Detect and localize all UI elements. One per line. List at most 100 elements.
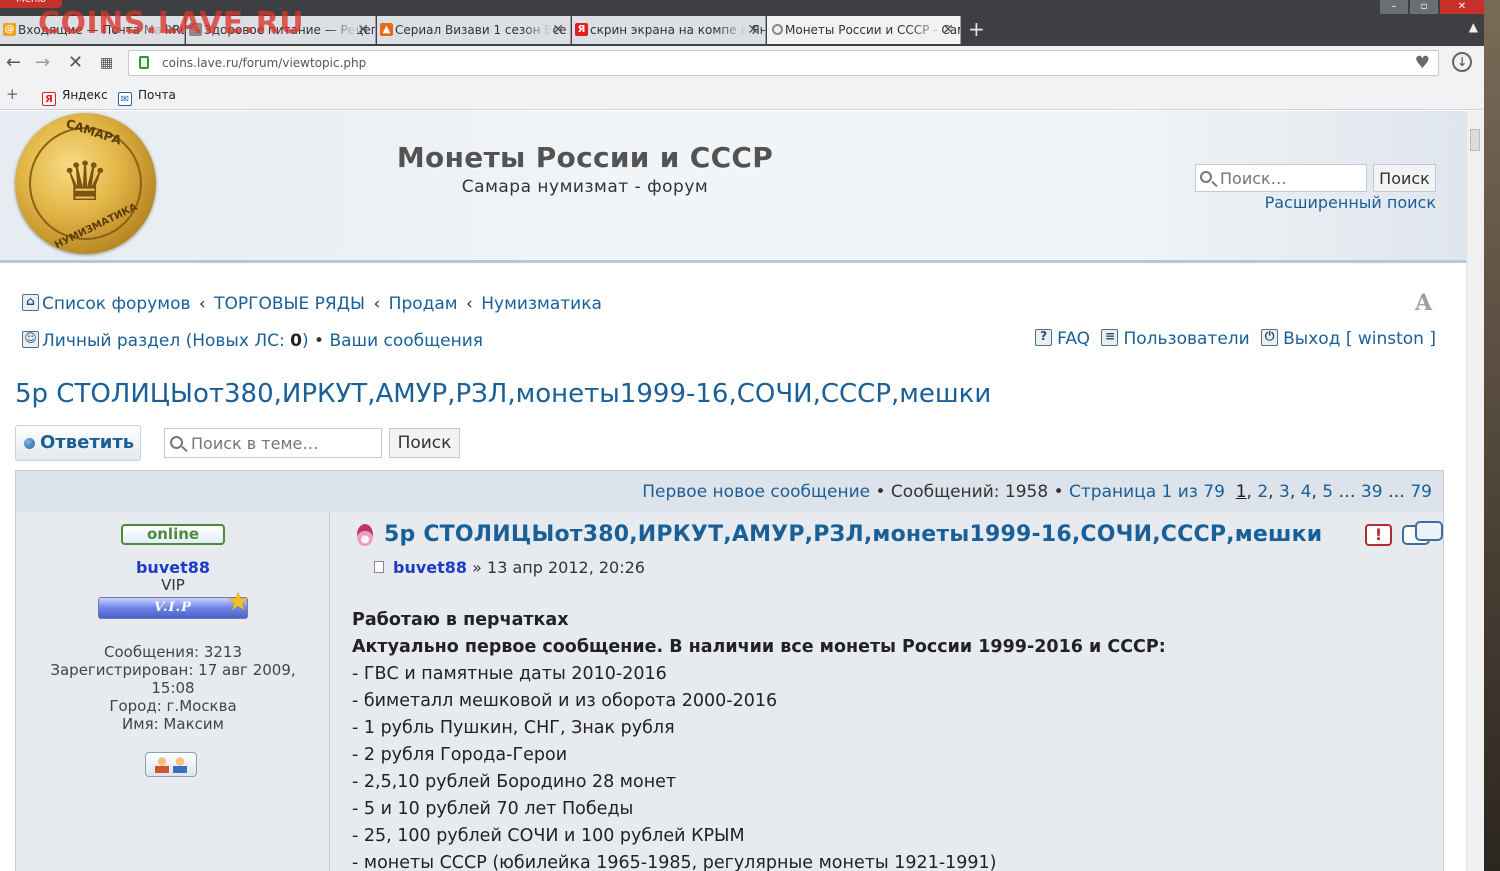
bullet: •: [875, 482, 886, 502]
page-of-link[interactable]: Страница 1 из 79: [1069, 482, 1225, 502]
pm-suffix: ): [301, 331, 309, 351]
page-link[interactable]: 3: [1279, 482, 1290, 502]
your-posts-link[interactable]: Ваши сообщения: [329, 331, 483, 351]
header-search-field[interactable]: [1195, 164, 1367, 192]
close-icon[interactable]: ✕: [942, 16, 954, 44]
post-link-icon[interactable]: [374, 561, 384, 573]
tab-yandex-search[interactable]: Я скрин экрана на компе в Яндекс ✕: [572, 16, 766, 44]
browser-menu-button[interactable]: Меню: [0, 0, 62, 8]
maximize-icon[interactable]: ▫: [1410, 0, 1438, 14]
bookmark-yandex[interactable]: Я Яндекс: [42, 88, 108, 106]
close-icon[interactable]: ✕: [552, 16, 564, 44]
author-real-name: Имя: Максим: [122, 715, 224, 733]
breadcrumb-separator: ‹: [466, 294, 473, 314]
tab-list-icon[interactable]: ▲: [1469, 20, 1478, 34]
minimize-icon[interactable]: –: [1380, 0, 1408, 14]
search-icon: [1200, 171, 1212, 183]
bookmark-mail[interactable]: ✉ Почта: [118, 88, 176, 106]
breadcrumb-forum-list[interactable]: Список форумов: [42, 294, 190, 314]
scrollbar-thumb[interactable]: [1470, 129, 1480, 151]
reply-label: Ответить: [40, 432, 135, 453]
author-city: Город: г.Москва: [109, 697, 237, 715]
breadcrumb: ⌂ Список форумов ‹ ТОРГОВЫЕ РЯДЫ ‹ Продам…: [22, 294, 602, 314]
post-meta: buvet88 » 13 апр 2012, 20:26: [374, 558, 645, 577]
add-bookmark-icon[interactable]: +: [6, 85, 19, 103]
close-icon[interactable]: ✕: [747, 16, 759, 44]
ellipsis: …: [1338, 482, 1356, 502]
quote-icon[interactable]: [1402, 521, 1444, 548]
header-search-input[interactable]: [1220, 169, 1360, 188]
personal-section-link[interactable]: Личный раздел (Новых ЛС: 0): [42, 331, 309, 351]
page-link[interactable]: 5: [1322, 482, 1333, 502]
speed-dial-icon[interactable]: ▦: [100, 52, 113, 74]
topic-search-field[interactable]: [164, 428, 382, 458]
message-count: Сообщений: 1958: [890, 482, 1049, 502]
bookmark-heart-icon[interactable]: ♥: [1415, 53, 1430, 73]
breadcrumb-trade[interactable]: ТОРГОВЫЕ РЯДЫ: [214, 294, 365, 314]
members-list-icon: ≡: [1101, 329, 1119, 346]
url-text: coins.lave.ru/forum/viewtopic.php: [162, 56, 367, 70]
breadcrumb-sell[interactable]: Продам: [389, 294, 458, 314]
faq-link[interactable]: FAQ: [1057, 329, 1090, 349]
site-subtitle: Самара нумизмат - форум: [461, 177, 709, 197]
page-link[interactable]: 4: [1301, 482, 1312, 502]
logout-link[interactable]: Выход [ winston ]: [1283, 329, 1436, 349]
report-icon[interactable]: !: [1365, 524, 1392, 546]
new-tab-icon[interactable]: +: [968, 17, 985, 41]
close-icon[interactable]: ✕: [357, 16, 369, 44]
topic-search-input[interactable]: [191, 434, 377, 453]
members-link[interactable]: Пользователи: [1123, 329, 1249, 349]
contacts-icon[interactable]: [145, 752, 197, 777]
page-scrollbar[interactable]: [1466, 111, 1484, 871]
post-author-link[interactable]: buvet88: [393, 558, 467, 577]
topic-search-button[interactable]: Поиск: [389, 428, 460, 458]
window-close-icon[interactable]: ✕: [1440, 0, 1484, 14]
current-page: 1: [1235, 482, 1247, 502]
loading-icon: [772, 24, 783, 35]
yandex-icon: Я: [575, 23, 588, 36]
bookmarks-bar: + Я Яндекс ✉ Почта: [0, 80, 1500, 110]
post-line: - монеты СССР (юбилейка 1965-1985, регул…: [352, 853, 997, 871]
tab-coins-forum[interactable]: Монеты России и СССР - Самара ✕: [767, 16, 961, 44]
browser-tab-bar: Меню @ Входящие — Почта Mail.Ru ✕ ♀ Здор…: [0, 0, 1500, 46]
user-nav-right: ? FAQ ≡ Пользователи ⏻ Выход [ winston ]: [1035, 329, 1436, 349]
post-line: - 5 и 10 рублей 70 лет Победы: [352, 799, 634, 819]
page-link-last[interactable]: 79: [1410, 482, 1432, 502]
reply-button[interactable]: Ответить: [15, 425, 141, 461]
tab-serial[interactable]: ▲ Сериал Визави 1 сезон Все серии ✕: [377, 16, 571, 44]
tab-mail[interactable]: @ Входящие — Почта Mail.Ru ✕: [0, 16, 185, 44]
pin-icon: ♀: [189, 23, 202, 36]
advanced-search-link[interactable]: Расширенный поиск: [1265, 193, 1436, 212]
topic-title[interactable]: 5р СТОЛИЦЫот380,ИРКУТ,АМУР,РЗЛ,монеты199…: [15, 379, 991, 409]
url-field[interactable]: coins.lave.ru/forum/viewtopic.php ♥: [128, 50, 1439, 76]
fire-icon: ▲: [380, 23, 393, 36]
bullet: •: [1053, 482, 1064, 502]
faq-icon: ?: [1035, 329, 1053, 346]
post-subject[interactable]: 5р СТОЛИЦЫот380,ИРКУТ,АМУР,РЗЛ,монеты199…: [384, 522, 1322, 547]
desktop-background: [1484, 0, 1500, 871]
close-icon[interactable]: ✕: [166, 16, 178, 44]
page-link[interactable]: 2: [1257, 482, 1268, 502]
header-search-button[interactable]: Поиск: [1373, 164, 1436, 192]
hot-topic-icon: [354, 524, 376, 548]
tab-food[interactable]: ♀ Здоровое питание — Рецепты ✕: [186, 16, 376, 44]
back-icon[interactable]: ←: [6, 52, 21, 74]
page-link[interactable]: 39: [1361, 482, 1383, 502]
page-content: САМАРА ♛ НУМИЗМАТИКА Монеты России и ССС…: [0, 111, 1466, 871]
rank-image-text: V.I.P: [154, 600, 192, 615]
stop-icon[interactable]: ✕: [68, 52, 83, 74]
download-icon[interactable]: ↓: [1452, 52, 1472, 72]
post-line: - 1 рубль Пушкин, СНГ, Знак рубля: [352, 718, 675, 738]
breadcrumb-numismatics[interactable]: Нумизматика: [481, 294, 602, 314]
forward-icon[interactable]: →: [35, 52, 50, 74]
post-line: Работаю в перчатках: [352, 610, 569, 630]
font-size-icon[interactable]: A: [1415, 290, 1432, 316]
author-name[interactable]: buvet88: [16, 558, 330, 577]
site-title: Монеты России и СССР: [396, 141, 774, 174]
reply-bullet-icon: [24, 438, 35, 449]
post-profile: online buvet88 VIP V.I.P ★ Сообщения: 32…: [16, 512, 330, 871]
window-controls: – ▫ ✕: [1380, 0, 1484, 16]
lock-icon: [139, 56, 149, 69]
post-line: - 25, 100 рублей СОЧИ и 100 рублей КРЫМ: [352, 826, 745, 846]
first-unread-link[interactable]: Первое новое сообщение: [642, 482, 870, 502]
